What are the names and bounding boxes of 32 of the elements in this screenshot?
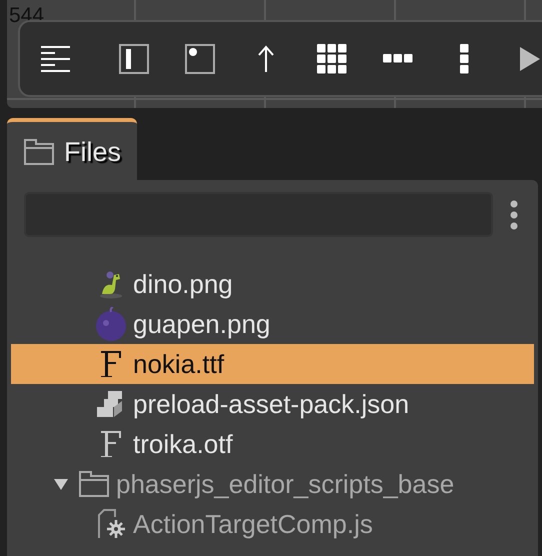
files-tab[interactable]: Files [7,118,137,182]
folder-icon [79,471,109,497]
file-row[interactable]: dino.png [11,264,534,304]
file-row[interactable]: phaserjs_editor_scripts_base [11,464,534,504]
vertical-dots-icon[interactable] [460,44,468,74]
font-icon [99,350,123,378]
file-row[interactable]: troika.otf [11,424,534,464]
file-name: troika.otf [133,428,233,460]
horizontal-dots-icon[interactable] [383,54,413,63]
grid-icon[interactable] [317,44,347,74]
folder-icon [24,139,54,165]
file-name: guapen.png [133,308,270,340]
file-name: ActionTargetComp.js [133,508,373,540]
script-gear-icon [97,509,125,539]
side-panel-icon[interactable] [119,44,149,74]
file-row[interactable]: preload-asset-pack.json [11,384,534,424]
file-name: preload-asset-pack.json [133,388,410,420]
align-left-icon[interactable] [41,44,71,72]
expanded-triangle-icon[interactable] [54,477,68,491]
file-name: nokia.ttf [133,348,224,380]
file-row[interactable]: ActionTargetComp.js [11,504,534,544]
fruit-icon [94,307,128,341]
arrow-up-icon[interactable] [257,44,275,72]
file-name: dino.png [133,268,233,300]
file-row[interactable]: nokia.ttf [11,344,534,384]
file-row[interactable]: guapen.png [11,304,534,344]
file-name: phaserjs_editor_scripts_base [116,468,454,500]
tab-label: Files [64,136,122,168]
more-menu-icon[interactable] [509,200,519,230]
play-icon[interactable] [519,46,541,72]
dinosaur-image-icon [98,269,124,299]
font-icon [99,430,123,458]
